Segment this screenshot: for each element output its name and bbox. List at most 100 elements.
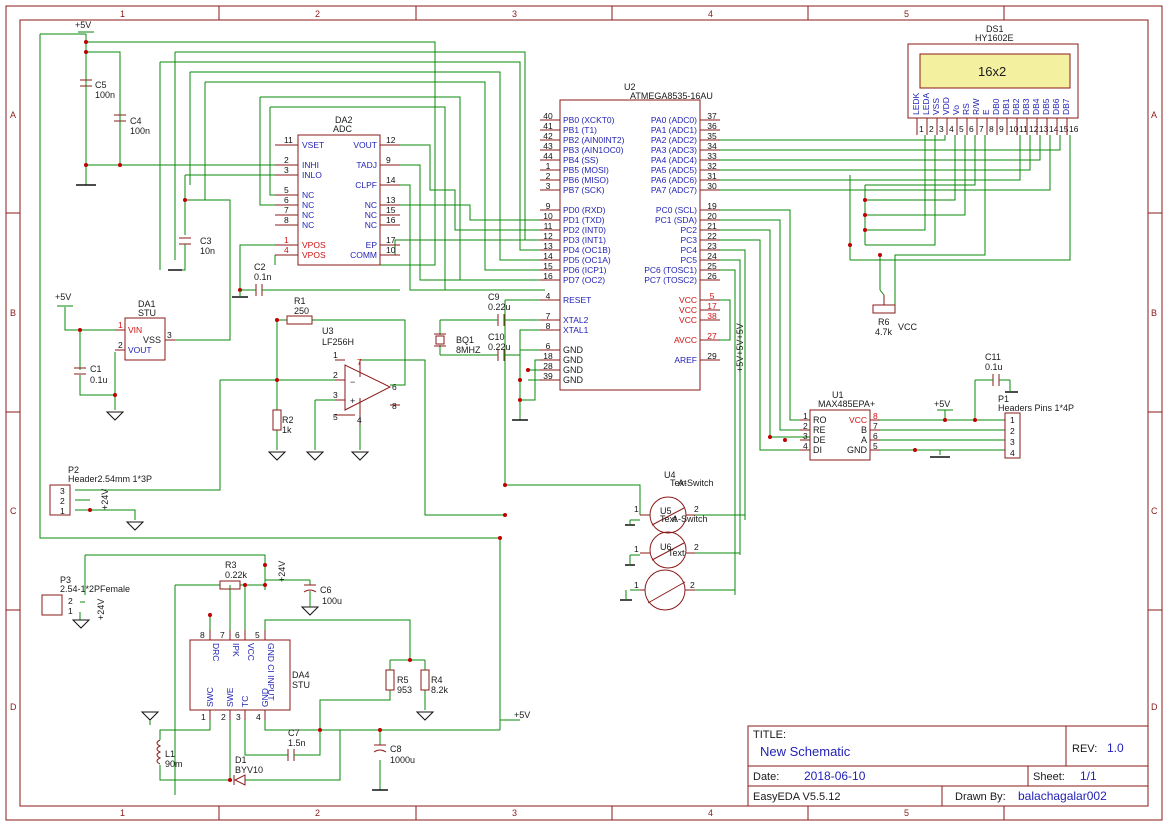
cap-c9[interactable]: C9 0.22u [488,292,511,326]
p1-pin2: 2 [1010,426,1015,436]
cap-c1[interactable]: C1 0.1u [74,364,108,385]
lcd-pin-num: 2 [929,124,934,134]
da1-pin1-name: VIN [128,325,142,335]
da4-pin-name: GND [260,688,270,707]
ic-da4[interactable]: DA4 STU 8DRC7IPK6VCC5GND CI INPUT 1SWC2S… [189,630,310,722]
ic-da1[interactable]: DA1 STU 1 VIN 2 VOUT 3 VSS [115,299,175,361]
da2-pin-name: NC [302,220,314,230]
ground-p3 [71,619,91,629]
zone-col-1: 1 [120,9,125,19]
u3-ref: U3 [322,326,334,336]
u2-pin-name: XTAL1 [563,325,589,335]
u3-val: LF256H [322,337,354,347]
crystal-bq1[interactable]: BQ1 8MHZ [434,333,481,355]
da2-val: ADC [333,124,353,134]
p1-pin1: 1 [1010,415,1015,425]
c11-ref: C11 [985,352,1001,362]
u1-pin-name: RO [813,415,827,425]
cap-c11[interactable]: C11 0.1u [985,352,1010,386]
c8-ref: C8 [390,744,402,754]
ground-p2 [125,521,145,531]
res-r1[interactable]: R1 250 [286,296,313,325]
da2-pin-num: 2 [284,155,289,165]
zone-col-3: 3 [512,9,517,19]
power-vcc-r6: VCC [898,322,918,332]
u2-pin-name: PD2 (INT0) [563,225,606,235]
u3-pin5: 5 [333,412,338,422]
power-5v-u1: +5V [934,399,950,409]
da2-pin-num: 3 [284,165,289,175]
lcd-pin-num: 1 [919,124,924,134]
zone-row-c: C [10,506,17,516]
r5-ref: R5 [397,675,409,685]
u1-pin-num: 2 [803,421,808,431]
opamp-u3[interactable]: − + U3 LF256H 1 2 3 4 5 6 7 8 [322,326,400,425]
u2-val: ATMEGA8535-16AU [630,91,713,101]
drawn-value: balachagalar002 [1018,789,1107,803]
lcd-pin-num: 7 [979,124,984,134]
lcd-pin-name: DB2 [1011,98,1021,115]
lcd-pin-name: VDD [941,97,951,115]
u2-pin-name: PC6 (TOSC1) [644,265,697,275]
c11-val: 0.1u [985,362,1003,372]
lcd-pin-num: 9 [999,124,1004,134]
cap-c10[interactable]: C10 0.22u [488,332,511,361]
title-value: New Schematic [760,744,851,759]
da4-pin-name: SWE [225,687,235,707]
res-r5[interactable]: R5 953 [385,660,412,695]
u1-right-pins: 8 VCC 7B6A5 GND [847,411,880,455]
u2-pin-num: 21 [707,221,717,231]
cap-c4[interactable]: C4 100n [114,95,150,136]
c7-val: 1.5n [288,738,306,748]
cap-c5[interactable]: C5 100n [80,79,115,100]
u2-pin-name: PC7 (TOSC2) [644,275,697,285]
da4-pin-num: 5 [255,630,260,640]
c9-ref: C9 [488,292,500,302]
u2-pin-num: 41 [543,121,553,131]
zone-col-3-bottom: 3 [512,808,517,818]
lcd-pin-name: LEDA [921,92,931,115]
c4-ref: C4 [130,116,142,126]
cap-c2[interactable]: C2 0.1n [250,262,272,296]
u1-val: MAX485EPA+ [818,399,875,409]
res-r6-pot[interactable]: R6 4.7k [872,289,896,337]
da4-pin-num: 6 [235,630,240,640]
cap-c7[interactable]: C7 1.5n [285,728,306,761]
r4-val: 8.2k [431,685,449,695]
ic-u2[interactable]: U2 ATMEGA8535-16AU 40 PB0 (XCKT0)41 PB1 (T… [540,82,720,391]
lcd-pin-num: 5 [959,124,964,134]
da4-pin-num: 7 [220,630,225,640]
da2-pin-num: 6 [284,195,289,205]
cap-c3[interactable]: C3 10n [179,236,215,256]
zone-col-4: 4 [708,9,713,19]
res-r2[interactable]: R2 1k [272,409,294,435]
u2-pin-num: 35 [707,131,717,141]
da2-pin-num: 10 [386,245,396,255]
inductor-l1[interactable]: L1 90m [156,739,183,769]
u6-pin2: 2 [690,580,695,590]
header-p3[interactable]: P3 2.54-1*2PFemale 2 1 [41,575,130,616]
u1-pin-name: GND [847,445,868,455]
lcd-ds1[interactable]: DS1 HY1602E 16x2 LEDK1LEDA2VSS3VDD4Vo5RS… [907,24,1079,135]
res-r4[interactable]: R4 8.2k [420,660,449,695]
ic-da2[interactable]: DA2 ADC 11 VSET2 INHI3 INLO5 NC6 NC7 NC8 NC1 VPO… [275,115,400,266]
da1-pin3-num: 3 [167,330,172,340]
u2-pin-name: GND [563,355,584,365]
tool-version: EasyEDA V5.5.12 [753,791,840,803]
ic-u1[interactable]: U1 MAX485EPA+ 1 RO2 RE3 DE4 DI 8VCC7B6A5GND [800,390,880,461]
da2-pin-num: 9 [386,155,391,165]
u2-pin-num: 8 [546,321,551,331]
u5-val: A-Switch [672,514,708,524]
header-p1[interactable]: P1 Headers Pins 1*4P 1 2 3 4 [998,394,1074,459]
da4-pin-num: 2 [221,712,226,722]
lcd-pin-name: RS [961,103,971,115]
u2-pin-name: GND [563,375,584,385]
u2-pin-name: PA1 (ADC1) [651,125,697,135]
u2-pin-num: 19 [707,201,717,211]
c9-val: 0.22u [488,302,511,312]
rev-value: 1.0 [1107,741,1124,755]
u2-pin-num: 17 [707,301,717,311]
da2-pin-num: 11 [284,135,293,145]
da2-pin-num: 7 [284,205,289,215]
zone-row-b: B [10,308,16,318]
